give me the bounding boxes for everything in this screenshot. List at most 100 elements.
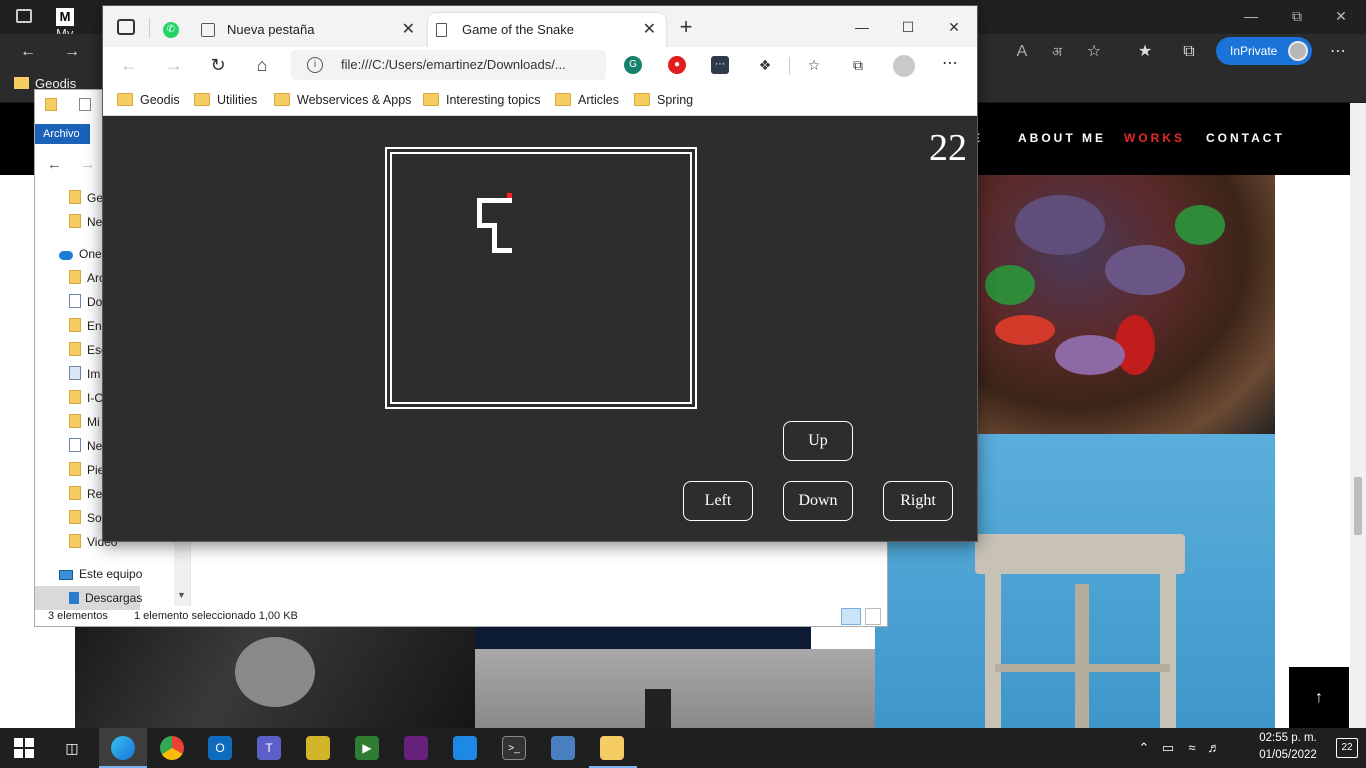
remote-desktop-icon[interactable] bbox=[551, 736, 575, 760]
close-tab-icon[interactable]: ✕ bbox=[643, 13, 656, 47]
info-icon[interactable]: i bbox=[307, 57, 323, 73]
tree-item[interactable]: Ne bbox=[69, 210, 102, 234]
clock-date[interactable]: 01/05/2022 bbox=[1248, 749, 1328, 761]
vscode-icon[interactable] bbox=[453, 736, 477, 760]
file-explorer-icon[interactable] bbox=[600, 736, 624, 760]
notifications-icon[interactable]: 22 bbox=[1336, 738, 1358, 758]
tab-actions-icon[interactable] bbox=[117, 19, 135, 35]
close-tab-icon[interactable]: ✕ bbox=[402, 13, 415, 47]
adblock-extension-icon[interactable]: ● bbox=[668, 56, 686, 74]
media-icon[interactable]: ▶ bbox=[355, 736, 379, 760]
read-aloud-icon[interactable]: A bbox=[1010, 41, 1034, 63]
new-tab-button[interactable]: + bbox=[675, 16, 697, 38]
wifi-icon[interactable]: ≈ bbox=[1184, 740, 1200, 756]
extensions-puzzle-icon[interactable]: ❖ bbox=[756, 56, 774, 74]
ribbon-tab-archivo[interactable]: Archivo bbox=[35, 124, 90, 144]
more-icon[interactable]: ⋯ bbox=[1326, 41, 1350, 63]
up-button[interactable]: Up bbox=[783, 421, 853, 461]
left-button[interactable]: Left bbox=[683, 481, 753, 521]
explorer-nav: ← → bbox=[47, 156, 95, 173]
folder-icon[interactable] bbox=[45, 98, 57, 111]
terminal-icon[interactable]: >_ bbox=[502, 736, 526, 760]
fav-utilities[interactable]: Utilities bbox=[194, 90, 257, 110]
more-icon[interactable]: ⋯ bbox=[939, 55, 961, 77]
tree-item[interactable]: Pie bbox=[69, 458, 104, 482]
windows-start-icon[interactable] bbox=[14, 738, 34, 758]
edge-icon[interactable] bbox=[111, 736, 135, 760]
whatsapp-icon[interactable]: ✆ bbox=[163, 22, 179, 38]
favorites-icon[interactable]: ☆ bbox=[805, 56, 823, 74]
task-view-icon[interactable]: ◫ bbox=[60, 736, 84, 760]
close-button[interactable]: ✕ bbox=[1330, 6, 1352, 26]
battery-icon[interactable]: ▭ bbox=[1160, 740, 1176, 756]
tree-item[interactable]: Sof bbox=[69, 506, 105, 530]
outlook-icon[interactable]: O bbox=[208, 736, 232, 760]
tree-item[interactable]: Mi bbox=[69, 410, 100, 434]
background-tab[interactable]: MMy bbox=[56, 8, 96, 41]
page-scrollbar-thumb[interactable] bbox=[1354, 477, 1362, 535]
down-button[interactable]: Down bbox=[783, 481, 853, 521]
teams-icon[interactable]: T bbox=[257, 736, 281, 760]
maximize-button[interactable]: ☐ bbox=[895, 17, 921, 37]
site-nav-about[interactable]: ABOUT ME bbox=[1018, 131, 1106, 145]
forward-icon[interactable]: → bbox=[80, 156, 95, 173]
forward-icon[interactable]: → bbox=[60, 41, 84, 63]
fav-geodis[interactable]: Geodis bbox=[117, 90, 180, 110]
page-scrollbar[interactable] bbox=[1350, 103, 1366, 728]
add-favorite-icon[interactable]: ☆ bbox=[1082, 41, 1106, 63]
address-bar[interactable]: i file:///C:/Users/emartinez/Downloads/.… bbox=[291, 50, 606, 80]
fav-articles[interactable]: Articles bbox=[555, 90, 619, 110]
fav-label: Utilities bbox=[217, 93, 258, 107]
profile-avatar[interactable] bbox=[893, 55, 915, 77]
right-button[interactable]: Right bbox=[883, 481, 953, 521]
tree-item[interactable]: Im bbox=[69, 362, 100, 386]
refresh-button[interactable]: ↻ bbox=[206, 53, 230, 77]
tower-photo[interactable] bbox=[475, 649, 875, 728]
scroll-down-icon[interactable]: ▼ bbox=[177, 590, 186, 600]
person-photo[interactable] bbox=[75, 627, 475, 728]
restore-button[interactable]: ⧉ bbox=[1286, 6, 1308, 26]
home-button[interactable]: ⌂ bbox=[250, 53, 274, 77]
clock-time[interactable]: 02:55 p. m. bbox=[1248, 732, 1328, 744]
fav-interesting-topics[interactable]: Interesting topics bbox=[423, 90, 541, 110]
visual-studio-icon[interactable] bbox=[404, 736, 428, 760]
translate-icon[interactable]: अ bbox=[1045, 41, 1069, 63]
tree-item[interactable]: Arc bbox=[69, 266, 105, 290]
fav-spring[interactable]: Spring bbox=[634, 90, 693, 110]
grammarly-extension-icon[interactable]: G bbox=[624, 56, 642, 74]
collections-icon[interactable]: ⧉ bbox=[849, 56, 867, 74]
minimize-button[interactable]: — bbox=[849, 17, 875, 37]
details-view-button[interactable] bbox=[841, 608, 861, 625]
fav-webservices-apps[interactable]: Webservices & Apps bbox=[274, 90, 411, 110]
minimize-button[interactable]: — bbox=[1240, 6, 1262, 26]
tab-actions-icon[interactable] bbox=[16, 9, 32, 23]
tab-new-tab[interactable]: Nueva pestaña ✕ bbox=[193, 13, 425, 47]
back-icon[interactable]: ← bbox=[47, 156, 62, 173]
navy-photo[interactable] bbox=[475, 627, 811, 649]
tree-item[interactable]: En bbox=[69, 314, 102, 338]
favorites-icon[interactable]: ★ bbox=[1133, 41, 1157, 63]
collections-icon[interactable]: ⧉ bbox=[1177, 41, 1201, 63]
close-button[interactable]: ✕ bbox=[941, 17, 967, 37]
tree-item[interactable]: Ge bbox=[69, 186, 103, 210]
site-nav-works[interactable]: WORKS bbox=[1124, 131, 1185, 145]
tree-item[interactable]: Ne bbox=[69, 434, 102, 458]
forward-button[interactable]: → bbox=[162, 53, 186, 77]
tree-item[interactable]: Do bbox=[69, 290, 102, 314]
volume-icon[interactable]: ♬ bbox=[1206, 740, 1222, 756]
tab-game-of-the-snake[interactable]: Game of the Snake ✕ bbox=[428, 13, 666, 47]
chrome-icon[interactable] bbox=[160, 736, 184, 760]
site-nav-contact[interactable]: CONTACT bbox=[1206, 131, 1285, 145]
scroll-top-button[interactable]: ↑ bbox=[1289, 667, 1349, 728]
tree-item[interactable]: I-C bbox=[69, 386, 103, 410]
back-button[interactable]: ← bbox=[117, 53, 141, 77]
chevron-up-icon[interactable]: ⌃ bbox=[1136, 740, 1152, 756]
tree-item-onedrive[interactable]: One bbox=[59, 242, 102, 266]
inprivate-badge[interactable]: InPrivate bbox=[1216, 37, 1312, 65]
app-icon[interactable] bbox=[306, 736, 330, 760]
large-icons-view-button[interactable] bbox=[865, 608, 881, 625]
back-icon[interactable]: ← bbox=[16, 41, 40, 63]
properties-icon[interactable] bbox=[78, 98, 91, 111]
tree-item-this-pc[interactable]: Este equipo bbox=[59, 562, 142, 586]
extension-icon[interactable]: ⋯ bbox=[711, 56, 729, 74]
